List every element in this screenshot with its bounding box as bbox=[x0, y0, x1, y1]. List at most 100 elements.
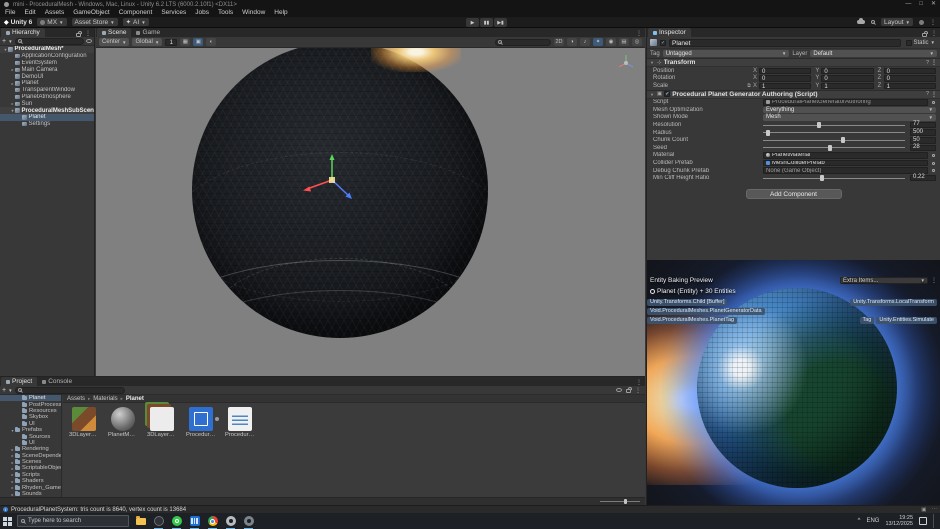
tab-scene[interactable]: Scene bbox=[97, 28, 131, 37]
tray-chevron-icon[interactable]: ^ bbox=[858, 518, 861, 524]
transform-component-header[interactable]: ▼ ⊹ Transform ? ⋮ bbox=[647, 58, 940, 67]
settings-gear-icon[interactable] bbox=[224, 515, 237, 528]
seed-value-field[interactable]: 28 bbox=[910, 145, 936, 152]
asset-item[interactable]: PlanetMat... bbox=[108, 407, 138, 438]
active-checkbox[interactable]: ✓ bbox=[660, 40, 666, 46]
scene-visibility-icon[interactable] bbox=[86, 39, 92, 43]
scale-x-field[interactable]: 1 bbox=[759, 83, 811, 90]
hidden-objects-icon[interactable]: ◉ bbox=[606, 38, 616, 46]
search-icon[interactable] bbox=[871, 20, 875, 24]
menu-item[interactable]: Assets bbox=[45, 9, 65, 17]
asset-item[interactable]: Procedural... bbox=[186, 407, 216, 438]
maximize-button[interactable]: □ bbox=[919, 0, 923, 9]
object-name-field[interactable]: Planet bbox=[669, 39, 901, 47]
menu-item[interactable]: Component bbox=[119, 9, 153, 17]
scale-link-icon[interactable]: ⧉ bbox=[745, 83, 753, 89]
move-tool-gizmo[interactable] bbox=[300, 150, 370, 210]
hierarchy-item[interactable]: DemoUI bbox=[0, 73, 94, 80]
asset-item[interactable]: 3DLayeredMa... bbox=[147, 407, 177, 438]
language-indicator[interactable]: ENG bbox=[866, 518, 879, 524]
hierarchy-item[interactable]: EventSystem bbox=[0, 60, 94, 67]
object-picker-icon[interactable] bbox=[930, 152, 936, 159]
chrome-icon[interactable] bbox=[206, 515, 219, 528]
layout-dropdown[interactable]: Layout▼ bbox=[881, 18, 913, 26]
component-enabled-checkbox[interactable]: ✓ bbox=[664, 91, 670, 97]
object-picker-icon[interactable] bbox=[930, 99, 936, 106]
search-by-type-icon[interactable] bbox=[616, 388, 622, 392]
grid-visibility-icon[interactable]: ▣ bbox=[193, 38, 203, 46]
gear-icon-dark[interactable] bbox=[242, 515, 255, 528]
resolution-slider[interactable] bbox=[763, 125, 905, 126]
grid-snap-size-field[interactable]: 1 bbox=[165, 39, 177, 46]
hierarchy-item[interactable]: Settings bbox=[0, 121, 94, 128]
collider-prefab-object-field[interactable]: MeshColliderPrefab bbox=[763, 160, 928, 167]
breadcrumb-item[interactable]: Planet bbox=[126, 396, 144, 402]
breadcrumb-item[interactable]: Materials bbox=[93, 396, 117, 402]
scale-z-field[interactable]: 1 bbox=[884, 83, 936, 90]
grid-snap-icon[interactable]: ▦ bbox=[180, 38, 190, 46]
lighting-toggle-icon[interactable]: ◑ bbox=[567, 38, 577, 46]
kebab-menu-icon[interactable]: ⋮ bbox=[931, 30, 937, 37]
hierarchy-item[interactable]: ▾ ProceduralMesh* bbox=[0, 46, 94, 53]
rotation-x-field[interactable]: 0 bbox=[759, 75, 811, 82]
menu-item[interactable]: Edit bbox=[24, 9, 35, 17]
account-button[interactable]: MX▼ bbox=[37, 18, 66, 26]
kebab-menu-icon[interactable]: ⋮ bbox=[931, 277, 937, 284]
asset-item[interactable]: 3DLayeredC... bbox=[69, 407, 99, 438]
entity-summary-row[interactable]: Planet (Entity) + 30 Entities bbox=[650, 288, 736, 295]
menu-item[interactable]: Services bbox=[161, 9, 186, 17]
tab-project[interactable]: Project bbox=[1, 377, 37, 386]
hierarchy-item[interactable]: ▾ ProceduralMeshSubScene* ✎ bbox=[0, 107, 94, 114]
object-picker-icon[interactable] bbox=[930, 160, 936, 167]
audio-toggle-icon[interactable]: ♪ bbox=[580, 38, 590, 46]
min-cliff-height-ratio-slider[interactable] bbox=[763, 178, 905, 179]
start-button[interactable] bbox=[3, 517, 12, 526]
taskbar-clock[interactable]: 19:25 13/12/2025 bbox=[885, 515, 913, 527]
project-search-input[interactable] bbox=[15, 387, 125, 394]
menu-item[interactable]: File bbox=[5, 9, 15, 17]
tag-dropdown[interactable]: Untagged▼ bbox=[663, 50, 790, 57]
help-icon[interactable]: ? bbox=[926, 60, 929, 66]
menu-item[interactable]: Window bbox=[242, 9, 265, 17]
hierarchy-search-input[interactable] bbox=[15, 38, 84, 45]
mesh-optimization-dropdown[interactable]: Everything▼ bbox=[763, 107, 936, 114]
lock-icon[interactable] bbox=[76, 33, 81, 37]
hierarchy-item[interactable]: TransparentWindow bbox=[0, 87, 94, 94]
menu-item[interactable]: Tools bbox=[218, 9, 233, 17]
step-button[interactable]: ▶▮ bbox=[494, 18, 507, 27]
kebab-menu-icon[interactable]: ⋮ bbox=[636, 30, 642, 37]
static-checkbox[interactable] bbox=[906, 40, 912, 46]
kebab-menu-icon[interactable]: ⋮ bbox=[931, 59, 937, 66]
scene-viewport[interactable] bbox=[96, 48, 645, 376]
notification-center-icon[interactable] bbox=[919, 517, 927, 525]
extra-items-dropdown[interactable]: Extra Items...▼ bbox=[840, 277, 928, 285]
hierarchy-item[interactable]: PlanetAtmosphere bbox=[0, 94, 94, 101]
hierarchy-item[interactable]: ▸ Sun bbox=[0, 100, 94, 107]
position-z-field[interactable]: 0 bbox=[884, 68, 936, 75]
user-avatar[interactable] bbox=[919, 20, 924, 25]
scene-search-input[interactable] bbox=[495, 39, 551, 46]
seed-slider[interactable] bbox=[763, 147, 905, 148]
object-picker-icon[interactable] bbox=[930, 167, 936, 174]
material-object-field[interactable]: PlanetMaterial bbox=[763, 152, 928, 159]
ai-button[interactable]: ✦AI▼ bbox=[123, 18, 149, 26]
tool-handle-position-dropdown[interactable]: Center▼ bbox=[99, 38, 129, 46]
close-button[interactable]: ✕ bbox=[931, 0, 936, 9]
menu-item[interactable]: Help bbox=[274, 9, 287, 17]
scale-y-field[interactable]: 1 bbox=[821, 83, 873, 90]
play-button[interactable]: ▶ bbox=[466, 18, 479, 27]
lock-icon[interactable] bbox=[922, 33, 927, 37]
rotation-z-field[interactable]: 0 bbox=[884, 75, 936, 82]
render-mode-icon[interactable]: ◐ bbox=[206, 38, 216, 46]
tab-inspector[interactable]: Inspector bbox=[648, 28, 691, 37]
cloud-icon[interactable] bbox=[857, 20, 865, 24]
gizmos-dropdown-icon[interactable]: ◎ bbox=[632, 38, 642, 46]
script-component-header[interactable]: ▼ ▣ ✓ Procedural Planet Generator Author… bbox=[647, 90, 940, 99]
kebab-menu-icon[interactable]: ⋮ bbox=[636, 379, 642, 386]
rotation-y-field[interactable]: 0 bbox=[821, 75, 873, 82]
chunk-count-value-field[interactable]: 50 bbox=[910, 137, 936, 144]
position-y-field[interactable]: 0 bbox=[821, 68, 873, 75]
static-dropdown[interactable]: Static ▼ bbox=[904, 39, 937, 47]
kebab-menu-icon[interactable]: ⋮ bbox=[931, 91, 937, 98]
minimize-button[interactable]: — bbox=[905, 0, 911, 9]
